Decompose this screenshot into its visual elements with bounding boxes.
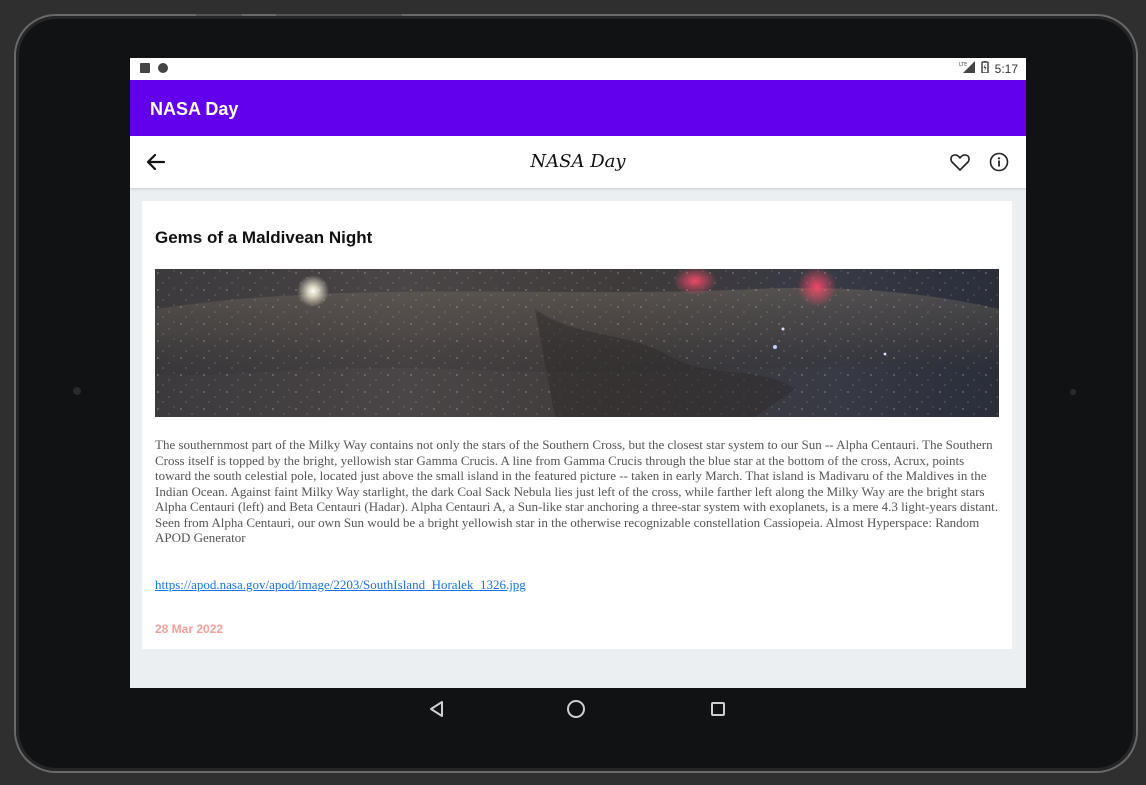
favorite-button[interactable] — [948, 150, 972, 174]
heart-outline-icon — [950, 154, 970, 171]
sensor-dot-right — [1070, 389, 1076, 395]
article-title: Gems of a Maldivean Night — [155, 228, 373, 247]
nav-home-button[interactable] — [567, 700, 585, 718]
article-hd-link[interactable]: https://apod.nasa.gov/apod/image/2203/So… — [155, 577, 526, 593]
front-camera-left — [73, 387, 81, 395]
tablet-top-button — [196, 14, 242, 16]
status-time: 5:17 — [994, 61, 1018, 76]
nav-back-button[interactable] — [426, 698, 448, 720]
status-notifications — [140, 63, 168, 73]
apod-card: Gems of a Maldivean Night The southernmo… — [142, 201, 1012, 649]
toolbar-title: NASA Day — [530, 151, 626, 172]
app-bar: NASA Day — [130, 80, 1026, 136]
lte-signal-icon: LTE — [959, 61, 975, 76]
article-date: 28 Mar 2022 — [155, 622, 224, 636]
milky-way-panorama-image[interactable] — [155, 269, 999, 417]
nav-back-triangle-icon — [430, 701, 443, 717]
info-circle-icon — [989, 152, 1009, 172]
info-button[interactable] — [987, 150, 1011, 174]
sd-card-icon — [140, 63, 150, 73]
system-navigation-bar — [130, 688, 1026, 732]
detail-toolbar: NASA Day — [130, 136, 1026, 189]
app-title: NASA Day — [150, 99, 239, 119]
tablet-top-button — [276, 14, 402, 16]
device-screen: LTE 5:17 NASA Day NASA Day Gems of a Mal… — [130, 58, 1026, 688]
article-description: The southernmost part of the Milky Way c… — [155, 437, 998, 545]
status-right: LTE 5:17 — [959, 61, 1018, 76]
status-bar: LTE 5:17 — [130, 58, 1026, 80]
nav-recents-button[interactable] — [711, 702, 725, 716]
android-debug-icon — [158, 63, 168, 73]
svg-text:LTE: LTE — [959, 62, 967, 68]
battery-icon — [980, 61, 989, 76]
